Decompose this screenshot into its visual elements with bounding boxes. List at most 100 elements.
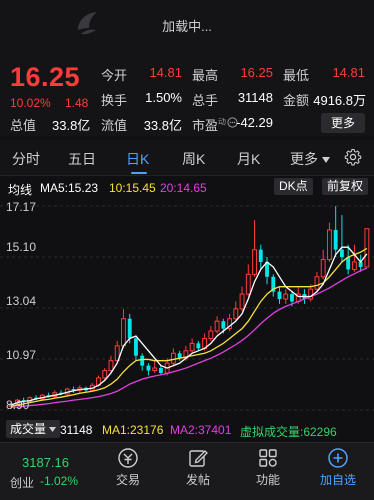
candle [189, 338, 195, 354]
current-price: 16.25 [10, 62, 81, 92]
candle [245, 264, 251, 297]
tab-weekly-k[interactable]: 周K [182, 149, 205, 169]
amount-label: 金额 [283, 93, 310, 108]
index-value: 3187.16 [22, 455, 69, 470]
ma5-line [10, 246, 368, 406]
low-value: 14.81 [332, 65, 365, 80]
candle [140, 353, 145, 371]
nav-trade[interactable]: 交易 [98, 447, 158, 488]
candle [283, 289, 289, 304]
ma10-line [10, 247, 368, 407]
candle [239, 286, 245, 312]
candle [339, 215, 344, 262]
low-label: 最低 [283, 68, 310, 83]
y-tick-label: 15.10 [6, 240, 37, 254]
candle [233, 301, 239, 322]
ma10-value: 10:15.45 [109, 181, 156, 195]
y-tick-label: 13.04 [6, 294, 37, 308]
candle [271, 274, 276, 297]
ma5-value: MA5:15.23 [40, 181, 99, 195]
candle [208, 326, 214, 341]
dk-point-button[interactable]: DK点 [274, 178, 313, 195]
y-tick-label: 17.17 [6, 200, 37, 214]
index-name: 创业 [10, 476, 35, 490]
caret-down-icon [49, 427, 57, 433]
nav-add-watchlist[interactable]: 加自选 [308, 447, 368, 488]
candle [170, 348, 176, 366]
period-tabs: 分时 五日 日K 周K 月K 更多 [0, 140, 374, 176]
candle [146, 363, 151, 376]
candle [196, 340, 201, 351]
candle [152, 360, 158, 373]
ma-legend-label[interactable]: 均线 [8, 181, 32, 198]
change-amount: 1.48 [65, 96, 89, 110]
more-quote-button[interactable]: 更多 [321, 113, 365, 133]
active-tab-indicator [131, 172, 147, 174]
bottom-nav-bar: 3187.16 创业 -1.02% 交易 发帖 功能 加自选 [0, 442, 374, 500]
tab-five-day[interactable]: 五日 [68, 149, 96, 169]
y-tick-label: 8.90 [6, 398, 30, 412]
candle [277, 286, 282, 304]
candle [71, 386, 76, 393]
loading-text: 加载中... [162, 19, 212, 34]
grid-icon [259, 449, 277, 467]
candle [314, 271, 320, 292]
candle [134, 335, 138, 361]
index-change: -1.02% [40, 474, 79, 488]
candle [333, 206, 338, 258]
nav-add-watchlist-label: 加自选 [319, 473, 356, 487]
add-watch-icon [328, 448, 348, 468]
tab-intraday[interactable]: 分时 [12, 149, 40, 169]
quote-panel: 16.25 10.02% 1.48 总值 33.8亿 今开 14.81 最高 1… [0, 52, 374, 136]
total-volume-value: 31148 [237, 90, 273, 105]
candle [364, 228, 370, 268]
candle [227, 313, 233, 332]
volume-ma1: MA1:23176 [102, 423, 164, 437]
float-cap-label: 流值 [101, 118, 128, 133]
market-cap-label: 总值 [10, 118, 37, 133]
pe-value: -42.29 [236, 115, 273, 130]
top-bar: 加载中... [0, 0, 374, 52]
change-percent: 10.02% [10, 96, 51, 110]
candle [214, 316, 220, 334]
volume-indicator-button[interactable]: 成交量 [6, 420, 61, 438]
nav-post[interactable]: 发帖 [168, 447, 228, 488]
amount-value: 4916.8万 [313, 93, 366, 108]
candle [326, 222, 332, 262]
volume-ma2: MA2:37401 [170, 423, 232, 437]
nav-trade-label: 交易 [115, 473, 140, 487]
tab-daily-k[interactable]: 日K [126, 149, 149, 169]
candle [265, 257, 269, 285]
settings-gear-icon[interactable] [344, 148, 362, 166]
high-label: 最高 [192, 68, 219, 83]
turnover-value: 1.50% [145, 90, 182, 105]
candlestick-chart[interactable] [0, 198, 374, 414]
turnover-label: 换手 [101, 93, 128, 108]
nav-functions[interactable]: 功能 [238, 447, 298, 488]
tab-monthly-k[interactable]: 月K [237, 149, 260, 169]
volume-indicator-label: 成交量 [10, 422, 47, 436]
forward-adjust-button[interactable]: 前复权 [322, 178, 369, 195]
tab-more-label: 更多 [290, 151, 318, 167]
caret-down-icon [321, 157, 330, 164]
pe-label-text: 市盈 [192, 118, 219, 133]
total-volume-label: 总手 [192, 93, 219, 108]
nav-functions-label: 功能 [255, 473, 280, 487]
open-value: 14.81 [149, 65, 182, 80]
ma20-value: 20:14.65 [160, 181, 207, 195]
volume-value: 31148 [60, 423, 93, 437]
post-icon [189, 450, 208, 467]
market-cap-value: 33.8亿 [52, 118, 91, 133]
trade-icon [118, 448, 138, 468]
open-label: 今开 [101, 68, 128, 83]
volume-legend-row: 成交量 31148 MA1:23176 MA2:37401 虚拟成交量:6229… [0, 418, 374, 440]
tab-more[interactable]: 更多 [290, 149, 330, 169]
candle [252, 220, 257, 277]
candle [258, 244, 263, 270]
high-value: 16.25 [240, 65, 273, 80]
virtual-volume: 虚拟成交量:62296 [240, 425, 337, 439]
pe-suffix: 动 [218, 117, 227, 127]
nav-post-label: 发帖 [185, 473, 210, 487]
candle [121, 308, 126, 349]
pe-label: 市盈动 [192, 115, 226, 134]
